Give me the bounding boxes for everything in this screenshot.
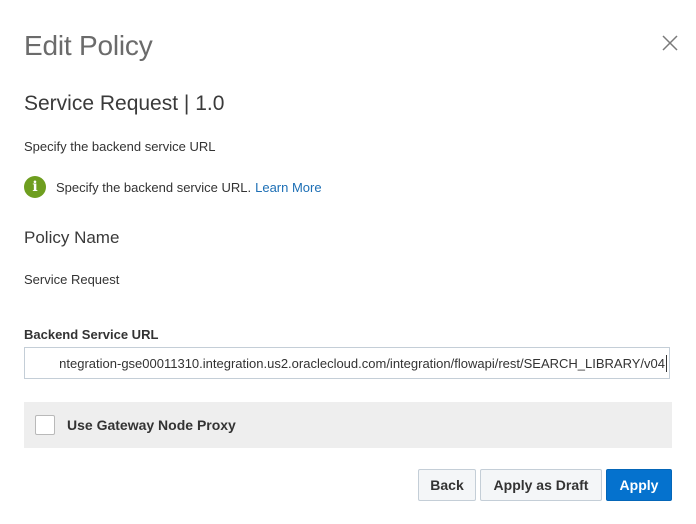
backend-url-label: Backend Service URL (24, 327, 159, 342)
backend-url-value: ntegration-gse00011310.integration.us2.o… (59, 356, 665, 371)
text-caret (666, 355, 667, 372)
policy-name-value: Service Request (24, 272, 120, 287)
gateway-proxy-label[interactable]: Use Gateway Node Proxy (67, 417, 236, 433)
policy-description: Specify the backend service URL (24, 139, 216, 154)
policy-name-heading: Policy Name (24, 228, 120, 247)
info-message: i Specify the backend service URL. Learn… (24, 175, 322, 199)
info-icon: i (24, 176, 46, 198)
learn-more-link[interactable]: Learn More (255, 180, 321, 195)
edit-policy-dialog: Edit Policy Service Request | 1.0 Specif… (0, 0, 696, 524)
dialog-title: Edit Policy (24, 30, 153, 61)
back-button[interactable]: Back (418, 469, 476, 501)
close-icon[interactable] (660, 33, 680, 53)
gateway-proxy-panel: Use Gateway Node Proxy (24, 402, 672, 448)
backend-url-input[interactable]: ntegration-gse00011310.integration.us2.o… (24, 347, 670, 379)
apply-button[interactable]: Apply (606, 469, 672, 501)
info-text: Specify the backend service URL. (56, 179, 252, 195)
apply-as-draft-button[interactable]: Apply as Draft (480, 469, 602, 501)
gateway-proxy-checkbox[interactable] (35, 415, 55, 435)
policy-subtitle: Service Request | 1.0 (24, 92, 225, 115)
